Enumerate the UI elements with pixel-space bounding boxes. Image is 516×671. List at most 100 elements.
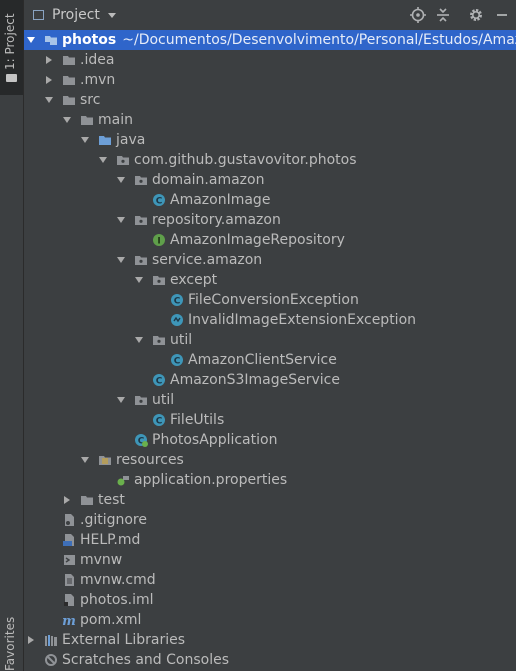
tree-row[interactable]: resources — [24, 450, 516, 470]
chevron-down-icon[interactable] — [98, 155, 108, 165]
collapse-all-icon[interactable] — [435, 7, 451, 23]
tree-item-label: FileUtils — [170, 412, 225, 428]
scratches-icon — [44, 653, 58, 667]
favorites-tab-label[interactable]: Favorites — [3, 617, 17, 671]
tree-row[interactable]: .mvn — [24, 70, 516, 90]
chevron-down-icon[interactable] — [116, 175, 126, 185]
resources-folder-icon — [98, 453, 112, 467]
tree-row[interactable]: InvalidImageExtensionException — [24, 310, 516, 330]
tree-row[interactable]: repository.amazon — [24, 210, 516, 230]
tree-item-label: FileConversionException — [188, 292, 359, 308]
svg-text:C: C — [156, 417, 163, 427]
tree-row[interactable]: application.properties — [24, 470, 516, 490]
chevron-down-icon[interactable] — [116, 215, 126, 225]
minimize-icon[interactable] — [494, 7, 510, 23]
chevron-down-icon[interactable] — [108, 13, 116, 18]
tree-row[interactable]: C FileConversionException — [24, 290, 516, 310]
chevron-down-icon[interactable] — [116, 395, 126, 405]
tree-row[interactable]: mvnw — [24, 550, 516, 570]
class-icon: C — [170, 353, 184, 367]
chevron-right-icon[interactable] — [62, 495, 72, 505]
tree-row[interactable]: src — [24, 90, 516, 110]
gear-icon[interactable] — [468, 7, 484, 23]
tree-row[interactable]: util — [24, 330, 516, 350]
folder-icon — [80, 113, 94, 127]
chevron-down-icon[interactable] — [62, 115, 72, 125]
class-icon: C — [152, 193, 166, 207]
tree-item-label: java — [116, 132, 146, 148]
tree-item-label: AmazonImage — [170, 192, 271, 208]
tree-row[interactable]: test — [24, 490, 516, 510]
tree-row[interactable]: util — [24, 390, 516, 410]
chevron-right-icon[interactable] — [26, 635, 36, 645]
tree-item-label: AmazonImageRepository — [170, 232, 345, 248]
tree-row[interactable]: domain.amazon — [24, 170, 516, 190]
tree-row[interactable]: service.amazon — [24, 250, 516, 270]
package-icon — [134, 213, 148, 227]
tree-item-label: application.properties — [134, 472, 288, 488]
tree-item-label: photos ~/Documentos/Desenvolvimento/Perso… — [62, 30, 516, 50]
tree-item-label: External Libraries — [62, 632, 185, 648]
chevron-down-icon[interactable] — [44, 95, 54, 105]
tree-row[interactable]: .idea — [24, 50, 516, 70]
tree-item-label: except — [170, 272, 218, 288]
tree-row[interactable]: main — [24, 110, 516, 130]
package-icon — [116, 153, 130, 167]
tree-row[interactable]: C FileUtils — [24, 410, 516, 430]
package-icon — [152, 333, 166, 347]
root-path: ~/Documentos/Desenvolvimento/Personal/Es… — [122, 32, 516, 48]
tree-item-label: com.github.gustavovitor.photos — [134, 152, 357, 168]
tree-row[interactable]: HELP.md — [24, 530, 516, 550]
project-panel-header: Project — [24, 0, 516, 31]
chevron-down-icon[interactable] — [26, 35, 36, 45]
locate-icon[interactable] — [410, 7, 426, 23]
root-name: photos — [62, 32, 117, 48]
tool-window-strip: 1: Project Favorites — [0, 0, 24, 671]
tree-row[interactable]: mvnw.cmd — [24, 570, 516, 590]
tree-row[interactable]: except — [24, 270, 516, 290]
chevron-right-icon[interactable] — [44, 75, 54, 85]
tree-item-label: resources — [116, 452, 184, 468]
libraries-icon — [44, 633, 58, 647]
text-file-icon — [62, 573, 76, 587]
tree-item-label: domain.amazon — [152, 172, 265, 188]
tree-item-label: test — [98, 492, 125, 508]
project-tab-label: 1: Project — [3, 13, 17, 70]
tree-row[interactable]: External Libraries — [24, 630, 516, 650]
chevron-down-icon[interactable] — [134, 275, 144, 285]
gitignore-icon — [62, 513, 76, 527]
package-icon — [134, 253, 148, 267]
tree-row[interactable]: C AmazonImage — [24, 190, 516, 210]
chevron-down-icon[interactable] — [116, 255, 126, 265]
tree-item-label: .mvn — [80, 72, 116, 88]
tree-row[interactable]: m pom.xml — [24, 610, 516, 630]
tree-row[interactable]: Scratches and Consoles — [24, 650, 516, 670]
shell-icon — [62, 553, 76, 567]
package-icon — [152, 273, 166, 287]
tree-row[interactable]: com.github.gustavovitor.photos — [24, 150, 516, 170]
class-icon: C — [152, 373, 166, 387]
tree-row[interactable]: C AmazonS3ImageService — [24, 370, 516, 390]
tree-item-label: InvalidImageExtensionException — [188, 312, 417, 328]
tree-item-label: photos.iml — [80, 592, 154, 608]
project-panel: Project photos ~/Documentos/Desenvolvimen… — [24, 0, 516, 671]
interface-icon: I — [152, 233, 166, 247]
chevron-down-icon[interactable] — [134, 335, 144, 345]
tree-row[interactable]: .gitignore — [24, 510, 516, 530]
tree-row[interactable]: C PhotosApplication — [24, 430, 516, 450]
package-icon — [134, 173, 148, 187]
chevron-down-icon[interactable] — [80, 135, 90, 145]
chevron-right-icon[interactable] — [44, 55, 54, 65]
tree-row[interactable]: C AmazonClientService — [24, 350, 516, 370]
tree-item-label: service.amazon — [152, 252, 263, 268]
tree-item-label: AmazonS3ImageService — [170, 372, 340, 388]
panel-title[interactable]: Project — [52, 7, 100, 23]
tree-root-row[interactable]: photos ~/Documentos/Desenvolvimento/Perso… — [24, 30, 516, 50]
folder-icon — [62, 93, 76, 107]
tree-row[interactable]: java — [24, 130, 516, 150]
chevron-down-icon[interactable] — [80, 455, 90, 465]
project-tool-tab[interactable]: 1: Project — [0, 0, 23, 95]
tree-row[interactable]: I AmazonImageRepository — [24, 230, 516, 250]
exception-icon — [170, 313, 184, 327]
tree-row[interactable]: photos.iml — [24, 590, 516, 610]
